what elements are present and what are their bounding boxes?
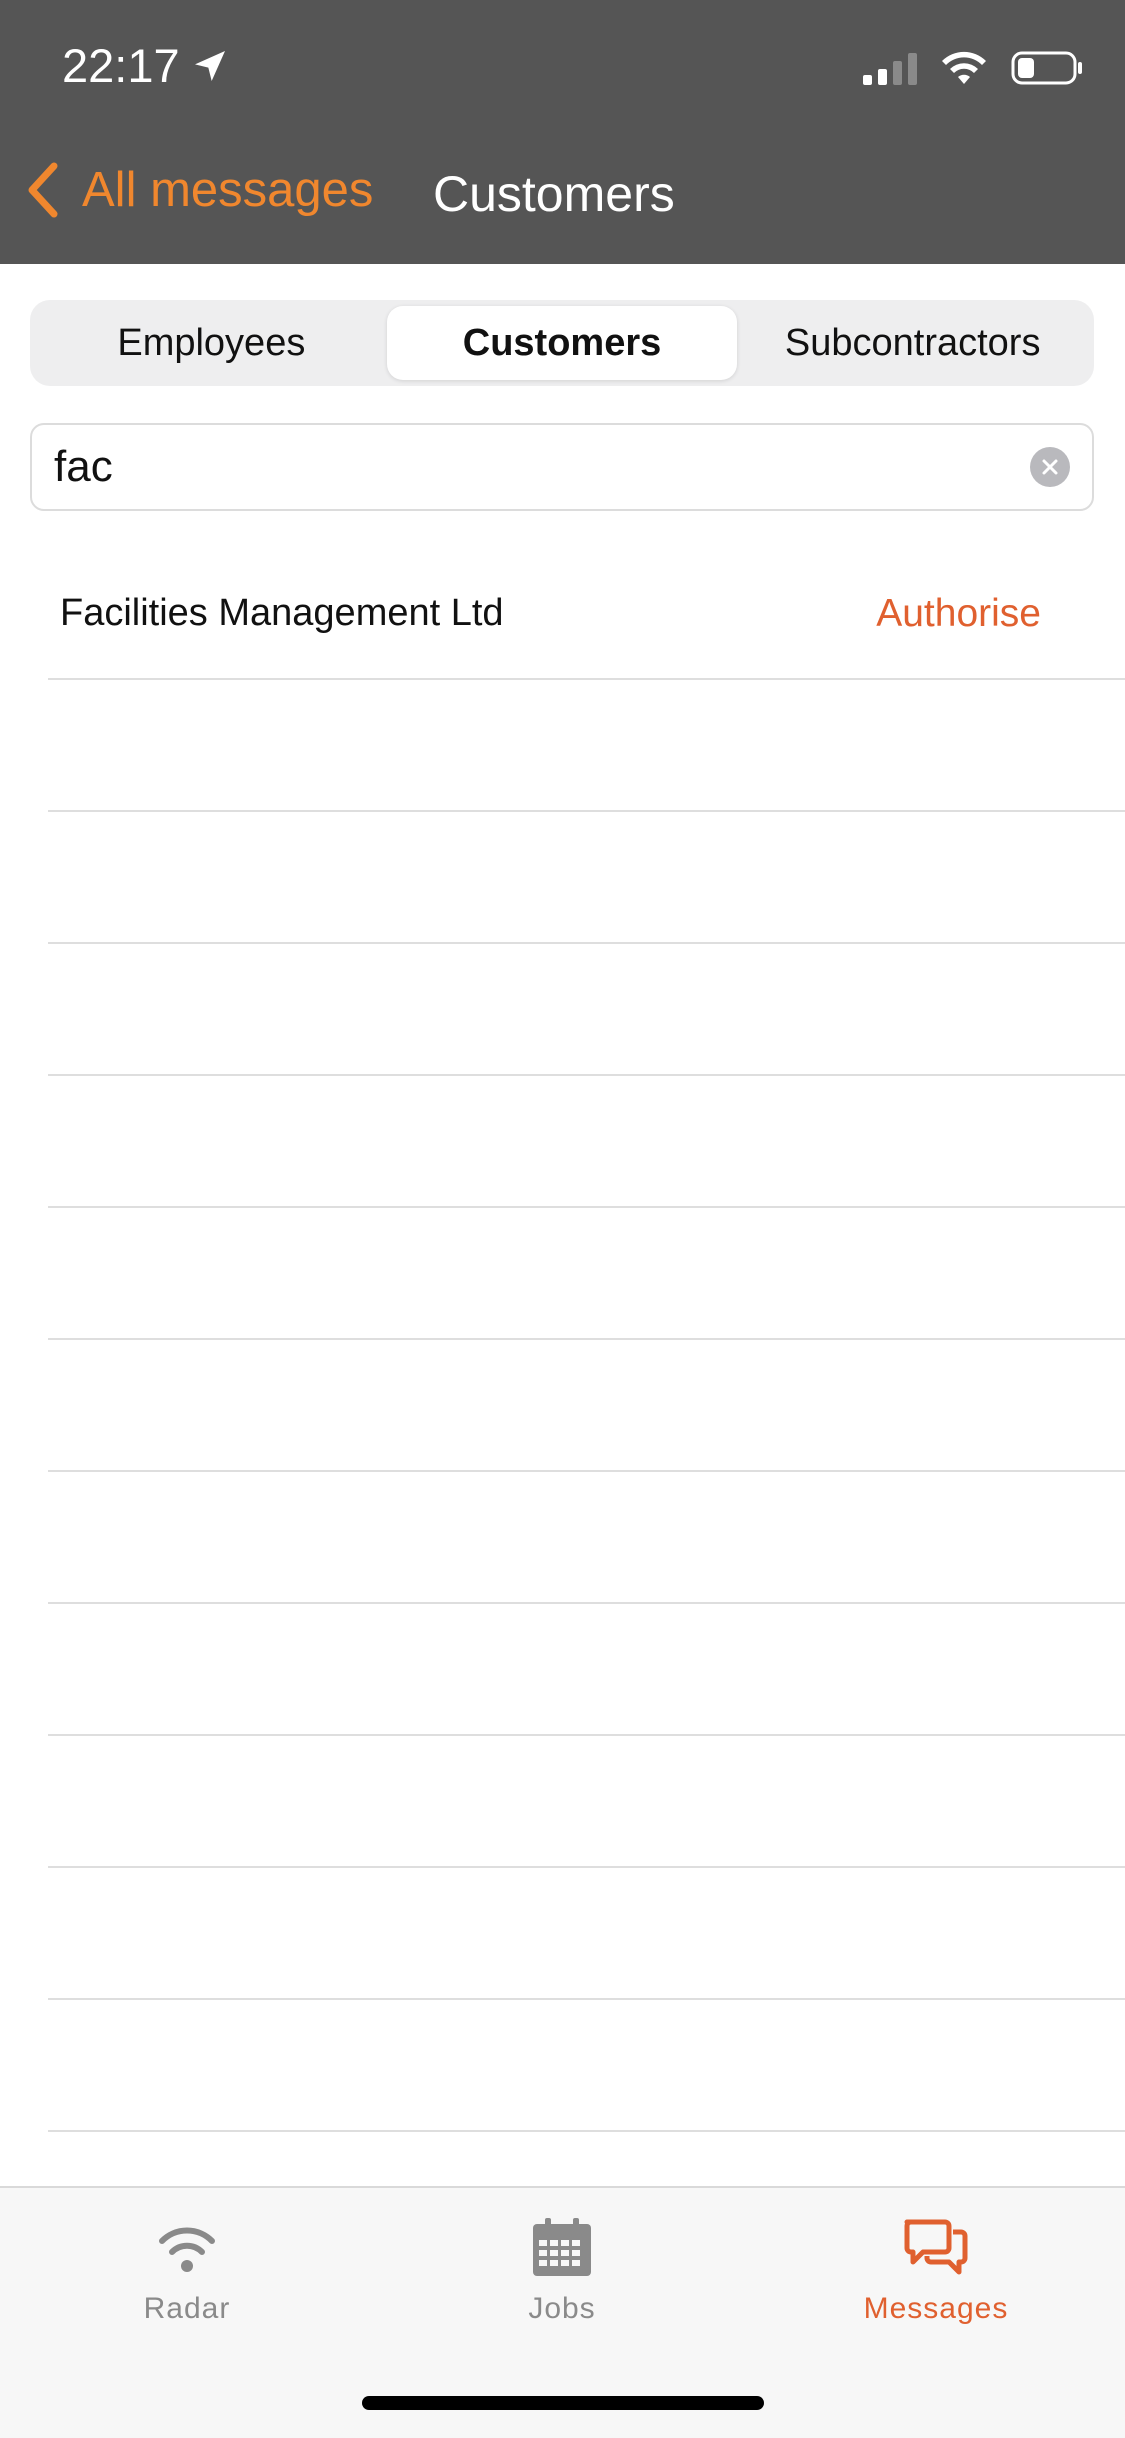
navigation-header: 22:17 All messages Customers bbox=[0, 0, 1125, 264]
chevron-left-icon bbox=[28, 162, 58, 218]
home-indicator bbox=[362, 2396, 764, 2410]
location-arrow-icon bbox=[194, 50, 225, 81]
empty-row bbox=[0, 1472, 1125, 1604]
segment-employees[interactable]: Employees bbox=[36, 306, 387, 380]
tab-jobs[interactable]: Jobs bbox=[432, 2216, 692, 2326]
empty-row bbox=[0, 812, 1125, 944]
tab-radar-label: Radar bbox=[143, 2292, 231, 2325]
empty-row bbox=[0, 680, 1125, 812]
empty-row bbox=[0, 1340, 1125, 1472]
segmented-control: Employees Customers Subcontractors bbox=[30, 300, 1094, 386]
battery-icon bbox=[1011, 51, 1082, 85]
back-button[interactable]: All messages bbox=[22, 160, 373, 220]
calendar-icon bbox=[533, 2218, 591, 2276]
tab-messages[interactable]: Messages bbox=[806, 2216, 1066, 2326]
clear-search-button[interactable] bbox=[1030, 447, 1070, 487]
status-icons bbox=[863, 48, 1085, 88]
back-button-label: All messages bbox=[82, 163, 374, 217]
empty-row bbox=[0, 1076, 1125, 1208]
authorise-button[interactable]: Authorise bbox=[876, 592, 1041, 636]
chat-bubbles-icon bbox=[904, 2219, 968, 2275]
empty-row bbox=[0, 1208, 1125, 1340]
empty-row bbox=[0, 1868, 1125, 2000]
status-time-text: 22:17 bbox=[62, 39, 180, 92]
close-icon bbox=[1042, 459, 1058, 475]
empty-row bbox=[0, 1604, 1125, 1736]
empty-row bbox=[0, 1736, 1125, 1868]
cellular-signal-icon bbox=[863, 51, 917, 85]
empty-row bbox=[0, 944, 1125, 1076]
status-time: 22:17 bbox=[62, 38, 230, 93]
radar-wifi-icon bbox=[159, 2227, 215, 2272]
empty-row bbox=[0, 2000, 1125, 2132]
customer-name: Facilities Management Ltd bbox=[60, 592, 504, 634]
wifi-icon bbox=[942, 51, 986, 84]
segment-subcontractors[interactable]: Subcontractors bbox=[737, 306, 1088, 380]
tab-radar[interactable]: Radar bbox=[57, 2216, 317, 2326]
tab-jobs-label: Jobs bbox=[528, 2292, 596, 2325]
segment-customers[interactable]: Customers bbox=[386, 306, 738, 380]
search-input[interactable]: fac bbox=[30, 423, 1094, 511]
tab-messages-label: Messages bbox=[863, 2292, 1009, 2325]
page-title: Customers bbox=[433, 166, 675, 222]
list-item[interactable]: Facilities Management Ltd Authorise bbox=[0, 548, 1125, 680]
search-input-value: fac bbox=[54, 442, 113, 491]
results-list: Facilities Management Ltd Authorise bbox=[0, 548, 1125, 2132]
